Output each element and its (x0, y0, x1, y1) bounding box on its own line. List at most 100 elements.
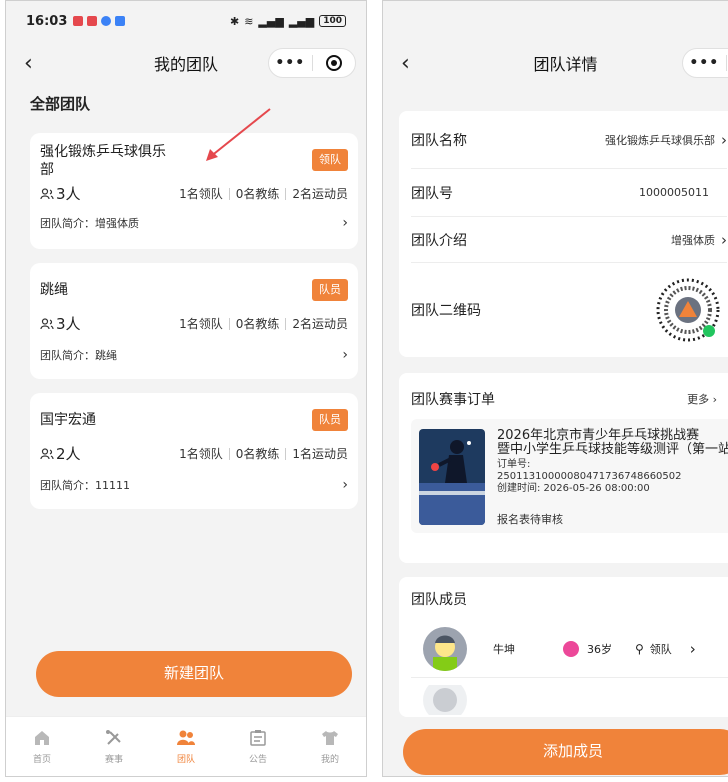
nav-bar: ‹ 团队详情 ••• (383, 41, 728, 85)
member-count: 2人 (40, 443, 81, 464)
team-intro: 团队简介：11111 › (40, 477, 348, 493)
bluetooth-icon: ✱ (229, 14, 240, 28)
role-badge: 队员 (312, 409, 348, 431)
app-notification-icon (87, 16, 98, 26)
event-thumbnail (419, 429, 485, 525)
team-intro-value: 增强体质 (671, 233, 715, 247)
add-member-button[interactable]: 添加成员 (403, 729, 728, 775)
member-count: 3人 (40, 313, 81, 334)
order-item[interactable]: 2026年北京市青少年乒乓球挑战赛 暨中小学生乒乓球技能等级测评（第一站 订单号… (411, 419, 728, 533)
tab-mine[interactable]: 我的 (294, 717, 366, 776)
tab-notice[interactable]: 公告 (222, 717, 294, 776)
team-intro-row[interactable]: 团队介绍 增强体质 › (411, 217, 727, 263)
my-teams-screen: 16:03 ✱ ≋ ▂▄▆ ▂▄▆ 100 ‹ 我的团队 ••• 全部团队 强化… (5, 0, 367, 777)
more-orders-link[interactable]: 更多 › (687, 391, 717, 407)
bottom-tab-bar: 首页 赛事 团队 公告 我的 (6, 716, 366, 776)
member-row: 2人 1名领队 0名教练 1名运动员 (40, 443, 348, 464)
team-name: 强化锻炼乒乓球俱乐部 (40, 144, 166, 178)
team-name-row[interactable]: 团队名称 强化锻炼乒乓球俱乐部 › (411, 111, 727, 169)
new-team-button[interactable]: 新建团队 (36, 651, 352, 697)
members-icon (40, 187, 54, 199)
avatar (423, 627, 467, 671)
order-number-label: 订单号: (497, 459, 531, 470)
chevron-right-icon: › (342, 477, 348, 493)
back-icon[interactable]: ‹ (24, 51, 33, 76)
team-card[interactable]: 国宇宏通 队员 2人 1名领队 0名教练 1名运动员 团队简介：11111 › (30, 393, 358, 509)
tab-home[interactable]: 首页 (6, 717, 78, 776)
order-status: 报名表待审核 (497, 513, 563, 526)
team-info-card: 团队名称 强化锻炼乒乓球俱乐部 › 团队号 1000005011 团队介绍 增强体… (399, 111, 728, 357)
order-event-title: 2026年北京市青少年乒乓球挑战赛 暨中小学生乒乓球技能等级测评（第一站 (497, 428, 728, 457)
team-qr-row: 团队二维码 (411, 263, 727, 357)
section-title: 全部团队 (30, 95, 91, 113)
team-name-value: 强化锻炼乒乓球俱乐部 (605, 133, 715, 147)
order-number: 25011310000080471736748660502 (497, 471, 682, 482)
message-notification-icon (115, 16, 126, 26)
team-orders-card: 团队赛事订单 更多 › 2026年北京市青少年乒乓球挑战赛 暨中小学生乒乓球技能… (399, 373, 728, 563)
tab-team[interactable]: 团队 (150, 717, 222, 776)
more-icon[interactable]: ••• (269, 55, 312, 71)
order-created-time: 创建时间: 2026-05-26 08:00:00 (497, 483, 650, 494)
more-icon[interactable]: ••• (683, 55, 726, 71)
chevron-right-icon: › (721, 130, 727, 149)
annotation-arrow (206, 108, 271, 161)
member-age: 36岁 (587, 643, 612, 656)
chevron-right-icon: › (342, 215, 348, 231)
team-members-card: 团队成员 牛坤 36岁 ⚲ 领队 › (399, 577, 728, 717)
status-bar: 16:03 ✱ ≋ ▂▄▆ ▂▄▆ 100 (6, 1, 366, 41)
tab-events[interactable]: 赛事 (78, 717, 150, 776)
chat-notification-icon (101, 16, 112, 26)
chevron-right-icon: › (342, 347, 348, 363)
close-miniprogram-icon[interactable] (313, 55, 356, 71)
chevron-right-icon: › (689, 640, 696, 658)
notice-icon (250, 730, 266, 746)
team-id-row: 团队号 1000005011 (411, 169, 727, 217)
miniprogram-capsule: ••• (268, 48, 356, 78)
team-intro: 团队简介：增强体质 › (40, 215, 348, 231)
team-qr-code[interactable] (655, 277, 721, 343)
members-icon (40, 317, 54, 329)
team-card[interactable]: 跳绳 队员 3人 1名领队 0名教练 2名运动员 团队简介：跳绳 › (30, 263, 358, 379)
role-badge: 领队 (312, 149, 348, 171)
member-name: 牛坤 (493, 643, 515, 656)
members-title: 团队成员 (411, 592, 467, 608)
miniprogram-capsule: ••• (682, 48, 728, 78)
signal-icon-2: ▂▄▆ (288, 14, 315, 28)
team-name: 国宇宏通 (40, 412, 96, 428)
status-time: 16:03 (26, 13, 68, 29)
signal-icon: ▂▄▆ (258, 14, 284, 28)
members-icon (40, 447, 54, 459)
member-stats: 1名领队 0名教练 1名运动员 (179, 447, 348, 461)
team-intro: 团队简介：跳绳 › (40, 347, 348, 363)
wifi-icon: ≋ (244, 14, 254, 28)
orders-title: 团队赛事订单 (411, 392, 495, 408)
chevron-right-icon: › (721, 230, 727, 249)
team-detail-screen: ‹ 团队详情 ••• 团队名称 强化锻炼乒乓球俱乐部 › 团队号 10000050… (382, 0, 728, 777)
member-role: 领队 (649, 643, 672, 656)
team-icon (177, 730, 195, 745)
page-title: 我的团队 (153, 55, 218, 74)
back-icon[interactable]: ‹ (401, 51, 410, 76)
member-count: 3人 (40, 183, 81, 204)
role-badge: 队员 (312, 279, 348, 301)
team-name: 跳绳 (40, 282, 68, 298)
battery-icon: 100 (319, 15, 346, 27)
shirt-icon (322, 731, 338, 745)
female-gender-icon (563, 641, 579, 657)
home-icon (35, 731, 49, 745)
member-row[interactable]: 牛坤 36岁 ⚲ 领队 › (411, 627, 728, 671)
nav-bar: ‹ 我的团队 ••• (6, 41, 366, 85)
avatar (423, 685, 467, 715)
member-row[interactable] (411, 685, 728, 715)
member-row: 3人 1名领队 0名教练 2名运动员 (40, 183, 348, 204)
notification-icon (73, 16, 84, 26)
member-stats: 1名领队 0名教练 2名运动员 (179, 317, 348, 331)
team-card[interactable]: 强化锻炼乒乓球俱乐部 领队 3人 1名领队 0名教练 2名运动员 团队简介：增强… (30, 133, 358, 249)
member-row: 3人 1名领队 0名教练 2名运动员 (40, 313, 348, 334)
racket-icon (106, 730, 121, 745)
member-stats: 1名领队 0名教练 2名运动员 (179, 187, 348, 201)
page-title: 团队详情 (533, 55, 598, 74)
team-id-value: 1000005011 (639, 186, 709, 199)
role-icon: ⚲ (635, 642, 644, 656)
status-indicators: ✱ ≋ ▂▄▆ ▂▄▆ 100 (230, 15, 346, 28)
